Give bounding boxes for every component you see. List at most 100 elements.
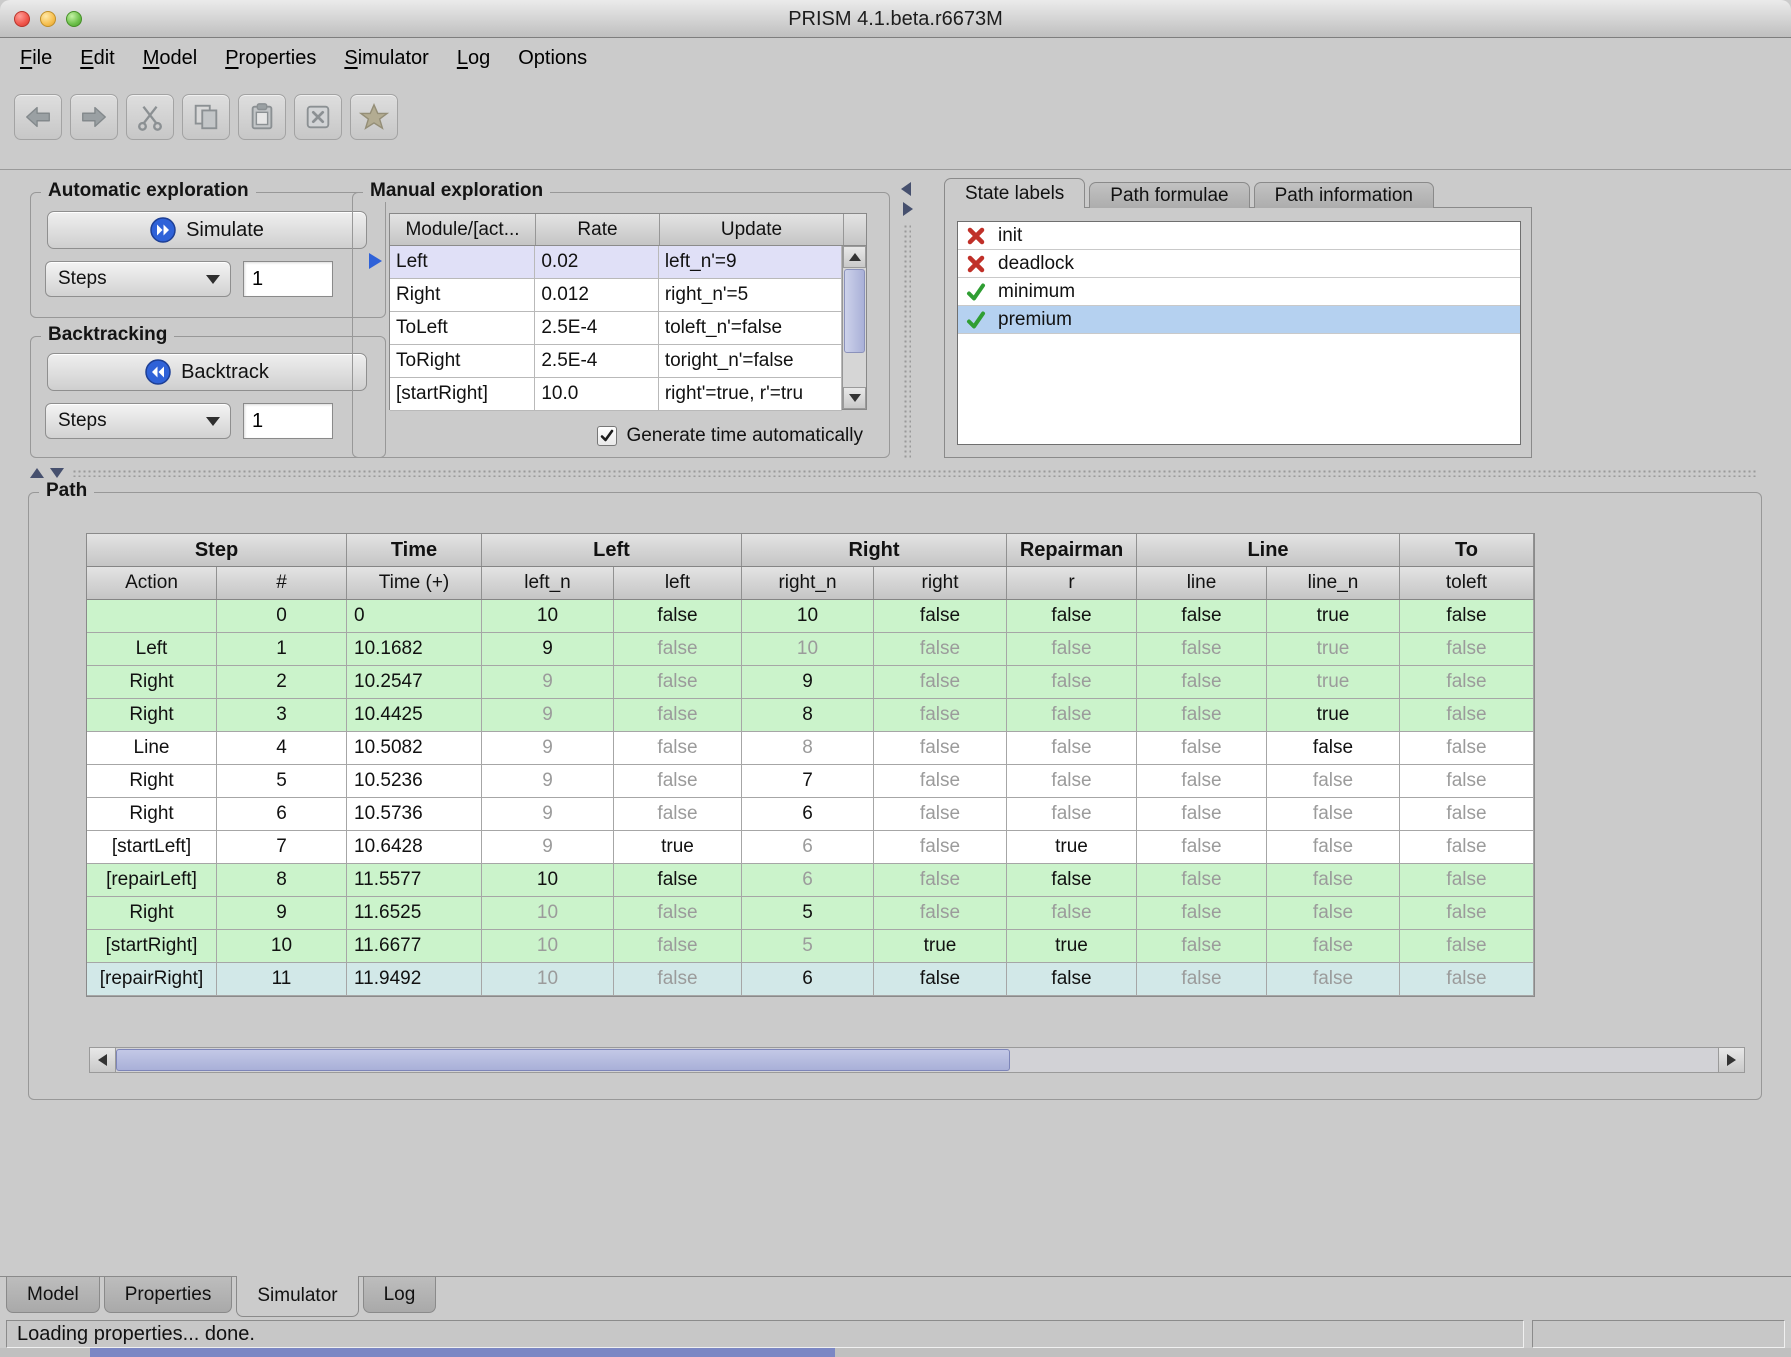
automatic-exploration-panel: Automatic exploration Simulate Steps bbox=[30, 192, 386, 318]
cell-left: false bbox=[614, 864, 742, 896]
cell-right-n: 6 bbox=[742, 864, 874, 896]
transition-row-left[interactable]: Left0.02left_n'=9 bbox=[390, 246, 842, 279]
cell-right-n: 10 bbox=[742, 633, 874, 665]
cell-r: true bbox=[1007, 831, 1137, 863]
cell-r: false bbox=[1007, 864, 1137, 896]
state-label-minimum[interactable]: minimum bbox=[958, 278, 1520, 306]
path-step-row-1[interactable]: Left110.16829false10falsefalsefalsetruef… bbox=[87, 633, 1534, 666]
cell-left-n: 10 bbox=[482, 963, 614, 995]
tab-log[interactable]: Log bbox=[363, 1277, 437, 1313]
backtrack-steps-dropdown-label: Steps bbox=[58, 410, 107, 432]
path-step-row-8[interactable]: [repairLeft]811.557710false6falsefalsefa… bbox=[87, 864, 1534, 897]
column-header-left-n: left_n bbox=[482, 567, 614, 599]
collapse-right-icon[interactable] bbox=[903, 202, 913, 216]
scrollbar-thumb[interactable] bbox=[844, 269, 865, 353]
toolbar-copy-button[interactable] bbox=[182, 94, 230, 140]
collapse-left-icon[interactable] bbox=[901, 182, 911, 196]
simulate-steps-input[interactable] bbox=[243, 261, 333, 297]
path-step-row-4[interactable]: Line410.50829false8falsefalsefalsefalsef… bbox=[87, 732, 1534, 765]
scroll-up-button[interactable] bbox=[843, 246, 866, 268]
cell-time: 11.6677 bbox=[347, 930, 482, 962]
cell-toleft: false bbox=[1400, 798, 1534, 830]
cell-right: false bbox=[874, 963, 1007, 995]
column-header-action: Action bbox=[87, 567, 217, 599]
path-step-row-3[interactable]: Right310.44259false8falsefalsefalsetruef… bbox=[87, 699, 1534, 732]
simulate-steps-dropdown[interactable]: Steps bbox=[45, 261, 231, 297]
backtrack-steps-dropdown[interactable]: Steps bbox=[45, 403, 231, 439]
cell-left-n: 9 bbox=[482, 831, 614, 863]
toolbar-cut-button[interactable] bbox=[126, 94, 174, 140]
generate-time-checkbox-row[interactable]: Generate time automatically bbox=[597, 425, 863, 447]
transition-row-right[interactable]: Right0.012right_n'=5 bbox=[390, 279, 842, 312]
cell-line-n: false bbox=[1267, 864, 1400, 896]
transition-row-toleft[interactable]: ToLeft2.5E-4toleft_n'=false bbox=[390, 312, 842, 345]
tab-model[interactable]: Model bbox=[6, 1277, 100, 1313]
collapse-down-icon[interactable] bbox=[50, 468, 64, 478]
path-step-row-10[interactable]: [startRight]1011.667710false5truetruefal… bbox=[87, 930, 1534, 963]
transition-rate: 0.012 bbox=[535, 279, 658, 311]
window-title: PRISM 4.1.beta.r6673M bbox=[0, 0, 1791, 38]
transition-update: right_n'=5 bbox=[659, 279, 842, 311]
menu-model[interactable]: Model bbox=[129, 38, 211, 78]
path-step-row-5[interactable]: Right510.52369false7falsefalsefalsefalse… bbox=[87, 765, 1534, 798]
tab-simulator[interactable]: Simulator bbox=[236, 1276, 358, 1317]
cell-x: 11 bbox=[217, 963, 347, 995]
scroll-down-button[interactable] bbox=[843, 387, 866, 409]
toolbar-paste-button[interactable] bbox=[238, 94, 286, 140]
path-horizontal-scrollbar[interactable] bbox=[89, 1047, 1745, 1073]
scroll-left-button[interactable] bbox=[90, 1048, 116, 1072]
transitions-scrollbar[interactable] bbox=[842, 246, 866, 409]
menu-edit[interactable]: Edit bbox=[66, 38, 128, 78]
transition-row-startright[interactable]: [startRight]10.0right'=true, r'=tru bbox=[390, 378, 842, 411]
path-step-row-2[interactable]: Right210.25479false9falsefalsefalsetruef… bbox=[87, 666, 1534, 699]
transition-update: left_n'=9 bbox=[659, 246, 842, 278]
simulate-play-icon bbox=[150, 217, 176, 243]
cell-left-n: 10 bbox=[482, 897, 614, 929]
transition-row-toright[interactable]: ToRight2.5E-4toright_n'=false bbox=[390, 345, 842, 378]
tab-state-labels[interactable]: State labels bbox=[944, 178, 1085, 208]
scroll-right-button[interactable] bbox=[1718, 1048, 1744, 1072]
path-step-row-6[interactable]: Right610.57369false6falsefalsefalsefalse… bbox=[87, 798, 1534, 831]
backtrack-button-label: Backtrack bbox=[181, 361, 269, 384]
menu-log[interactable]: Log bbox=[443, 38, 504, 78]
menu-properties[interactable]: Properties bbox=[211, 38, 330, 78]
menu-simulator[interactable]: Simulator bbox=[330, 38, 442, 78]
column-group-to: To bbox=[1400, 534, 1534, 566]
vertical-splitter[interactable] bbox=[900, 178, 914, 462]
cell-r: false bbox=[1007, 897, 1137, 929]
checkbox-checked-icon[interactable] bbox=[597, 426, 617, 446]
toolbar-star-button[interactable] bbox=[350, 94, 398, 140]
toolbar-back-arrow-button[interactable] bbox=[14, 94, 62, 140]
state-label-deadlock[interactable]: deadlock bbox=[958, 250, 1520, 278]
cell-toleft: false bbox=[1400, 930, 1534, 962]
cell-right: false bbox=[874, 699, 1007, 731]
tab-path-formulae[interactable]: Path formulae bbox=[1089, 182, 1249, 208]
menu-file[interactable]: File bbox=[6, 38, 66, 78]
cell-right-n: 6 bbox=[742, 831, 874, 863]
horizontal-splitter[interactable] bbox=[28, 466, 1762, 480]
cell-time: 10.4425 bbox=[347, 699, 482, 731]
toolbar-delete-button[interactable] bbox=[294, 94, 342, 140]
path-step-row-11[interactable]: [repairRight]1111.949210false6falsefalse… bbox=[87, 963, 1534, 996]
cell-right-n: 7 bbox=[742, 765, 874, 797]
tab-path-information[interactable]: Path information bbox=[1254, 182, 1434, 208]
cell-action: Line bbox=[87, 732, 217, 764]
cell-action: Left bbox=[87, 633, 217, 665]
path-step-row-7[interactable]: [startLeft]710.64289true6falsetruefalsef… bbox=[87, 831, 1534, 864]
collapse-up-icon[interactable] bbox=[30, 468, 44, 478]
scrollbar-thumb[interactable] bbox=[116, 1049, 1010, 1071]
cell-toleft: false bbox=[1400, 699, 1534, 731]
menu-options[interactable]: Options bbox=[504, 38, 601, 78]
state-label-premium[interactable]: premium bbox=[958, 306, 1520, 334]
path-step-row-0[interactable]: 0010false10falsefalsefalsetruefalse bbox=[87, 600, 1534, 633]
cell-x: 6 bbox=[217, 798, 347, 830]
path-step-row-9[interactable]: Right911.652510false5falsefalsefalsefals… bbox=[87, 897, 1534, 930]
cell-left: false bbox=[614, 798, 742, 830]
state-label-init[interactable]: init bbox=[958, 222, 1520, 250]
toolbar-forward-arrow-button[interactable] bbox=[70, 94, 118, 140]
backtrack-button[interactable]: Backtrack bbox=[47, 353, 367, 391]
tab-properties[interactable]: Properties bbox=[104, 1277, 233, 1313]
simulate-button[interactable]: Simulate bbox=[47, 211, 367, 249]
transition-rate: 2.5E-4 bbox=[535, 312, 658, 344]
backtrack-steps-input[interactable] bbox=[243, 403, 333, 439]
